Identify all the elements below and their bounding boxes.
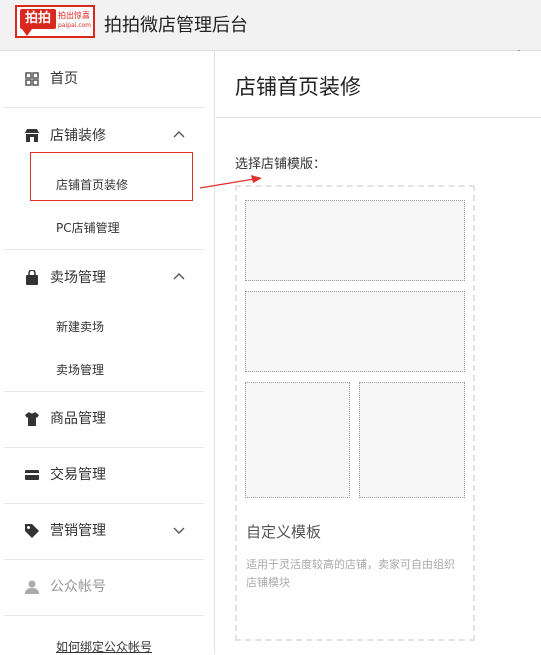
- sidebar-item-label: 交易管理: [50, 467, 106, 483]
- template-name: 自定义模板: [246, 523, 322, 541]
- chevron-down-icon[interactable]: [172, 523, 186, 537]
- sidebar-item-home[interactable]: 首页: [4, 51, 204, 107]
- app-title: 拍拍微店管理后台: [104, 15, 248, 36]
- sidebar-item-label: 商品管理: [50, 411, 106, 427]
- sidebar-item-official-account[interactable]: 公众帐号: [4, 559, 204, 615]
- top-header: 拍拍 拍出惊喜 paipai.com 拍拍微店管理后台: [0, 0, 541, 51]
- bag-icon: [26, 270, 38, 285]
- bind-official-account-link[interactable]: 如何绑定公众帐号: [56, 638, 152, 655]
- paipai-logo[interactable]: 拍拍 拍出惊喜 paipai.com: [15, 5, 95, 38]
- card-icon: [25, 470, 39, 480]
- store-icon: [25, 129, 39, 142]
- template-preview-block: [245, 200, 465, 281]
- template-preview-block: [245, 382, 350, 498]
- template-preview-block: [245, 291, 465, 372]
- chevron-up-icon[interactable]: [172, 270, 186, 284]
- sidebar-item-label: 店铺装修: [50, 128, 106, 144]
- chevron-up-icon[interactable]: [172, 128, 186, 142]
- tag-icon: [25, 524, 39, 538]
- sidebar-item-marketing-management[interactable]: 营销管理: [4, 503, 204, 559]
- sidebar-item-venue-management[interactable]: 卖场管理: [4, 250, 204, 306]
- page-title: 店铺首页装修: [235, 75, 361, 99]
- sidebar-item-label: 公众帐号: [50, 579, 106, 595]
- annotation-arrow-icon: [199, 175, 262, 189]
- grid-icon: [25, 72, 39, 86]
- logo-speech-tail: [22, 29, 32, 36]
- title-divider: [216, 117, 541, 118]
- sidebar-item-transaction-management[interactable]: 交易管理: [4, 447, 204, 503]
- main-content: 店铺首页装修 选择店铺模版： 自定义模板 适用于灵活度较高的店铺，卖家可自由组织…: [216, 51, 541, 654]
- submenu-item-pc-store[interactable]: PC店铺管理: [56, 219, 120, 236]
- sidebar-item-label: 营销管理: [50, 523, 106, 539]
- template-select-label: 选择店铺模版：: [235, 157, 327, 172]
- logo-domain: paipai.com: [58, 22, 92, 29]
- submenu-item-new-venue[interactable]: 新建卖场: [56, 318, 104, 335]
- sidebar-divider: [4, 615, 204, 616]
- user-icon: [25, 580, 39, 594]
- logo-main-text: 拍拍: [20, 9, 56, 29]
- sidebar-item-label: 卖场管理: [50, 270, 106, 286]
- template-preview-block: [359, 382, 465, 498]
- tshirt-icon: [25, 412, 39, 426]
- logo-slogan: 拍出惊喜: [58, 11, 90, 20]
- sidebar-item-product-management[interactable]: 商品管理: [4, 391, 204, 447]
- submenu-item-store-home-decoration[interactable]: 店铺首页装修: [56, 176, 128, 193]
- sidebar-item-label: 首页: [50, 71, 78, 87]
- template-description: 适用于灵活度较高的店铺，卖家可自由组织店铺模块: [246, 558, 455, 589]
- template-card-custom[interactable]: 自定义模板 适用于灵活度较高的店铺，卖家可自由组织店铺模块: [235, 185, 475, 641]
- submenu-item-venue-management[interactable]: 卖场管理: [56, 361, 104, 378]
- sidebar: 首页 店铺装修 店铺首页装修 PC店铺管理 卖场管理 新建卖场 卖场管理 商品管…: [0, 51, 215, 654]
